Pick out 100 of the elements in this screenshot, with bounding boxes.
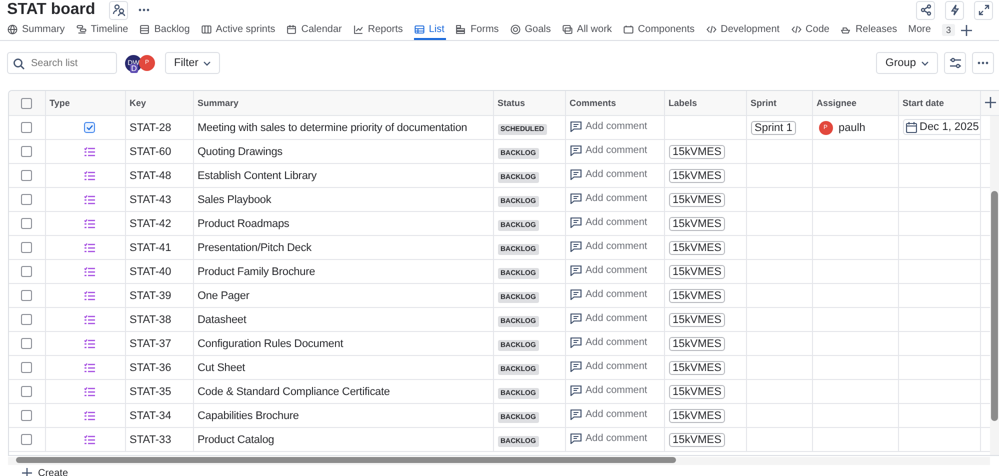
nav-tab[interactable]: All work — [562, 20, 614, 40]
automation-button[interactable] — [945, 0, 964, 20]
nav-tab[interactable]: Code — [790, 20, 832, 40]
add-comment-link[interactable]: Add comment — [570, 384, 648, 396]
label-tag[interactable]: 15kVMES — [668, 168, 726, 182]
add-comment-link[interactable]: Add comment — [570, 192, 648, 204]
issue-key[interactable]: STAT-43 — [125, 188, 193, 212]
label-tag[interactable]: 15kVMES — [668, 264, 726, 278]
settings-button[interactable] — [944, 52, 966, 74]
label-tag[interactable]: 15kVMES — [668, 432, 726, 446]
issue-key[interactable]: STAT-37 — [125, 332, 193, 356]
issue-key[interactable]: STAT-40 — [125, 260, 193, 284]
issue-summary[interactable]: Datasheet — [193, 308, 493, 332]
issue-key[interactable]: STAT-36 — [125, 356, 193, 380]
issue-summary[interactable]: Capabilities Brochure — [193, 404, 493, 428]
add-comment-link[interactable]: Add comment — [570, 216, 648, 228]
label-tag[interactable]: 15kVMES — [668, 144, 726, 158]
nav-tab[interactable]: Forms — [455, 20, 501, 40]
issue-summary[interactable]: Presentation/Pitch Deck — [193, 236, 493, 260]
label-tag[interactable]: 15kVMES — [668, 192, 726, 206]
row-checkbox[interactable] — [21, 410, 32, 422]
add-comment-link[interactable]: Add comment — [570, 120, 648, 132]
issue-summary[interactable]: Cut Sheet — [193, 356, 493, 380]
sprint-tag[interactable]: Sprint 1 — [750, 120, 796, 134]
column-header[interactable]: Status — [493, 91, 565, 116]
label-tag[interactable]: 15kVMES — [668, 360, 726, 374]
row-checkbox[interactable] — [21, 218, 32, 230]
column-header[interactable]: Start date — [898, 91, 980, 116]
add-comment-link[interactable]: Add comment — [570, 240, 648, 252]
label-tag[interactable]: 15kVMES — [668, 240, 726, 254]
add-comment-link[interactable]: Add comment — [570, 288, 648, 300]
column-header[interactable]: Assignee — [812, 91, 898, 116]
label-tag[interactable]: 15kVMES — [668, 384, 726, 398]
nav-tab[interactable]: Calendar — [286, 20, 344, 40]
more-tab[interactable]: More — [908, 20, 933, 40]
nav-tab[interactable]: Components — [622, 20, 697, 40]
row-checkbox[interactable] — [21, 434, 32, 446]
add-comment-link[interactable]: Add comment — [570, 408, 648, 420]
create-button[interactable]: Create — [0, 466, 68, 476]
issue-key[interactable]: STAT-41 — [125, 236, 193, 260]
add-comment-link[interactable]: Add comment — [570, 432, 648, 444]
issue-key[interactable]: STAT-28 — [125, 116, 193, 140]
add-comment-link[interactable]: Add comment — [570, 312, 648, 324]
select-all-checkbox[interactable] — [21, 98, 32, 109]
add-comment-link[interactable]: Add comment — [570, 168, 648, 180]
issue-key[interactable]: STAT-38 — [125, 308, 193, 332]
search-field[interactable]: Search list — [7, 52, 117, 74]
label-tag[interactable]: 15kVMES — [668, 216, 726, 230]
row-checkbox[interactable] — [21, 290, 32, 302]
label-tag[interactable]: 15kVMES — [668, 312, 726, 326]
row-checkbox[interactable] — [21, 314, 32, 326]
nav-tab[interactable]: Releases — [840, 20, 900, 40]
column-header[interactable]: Type — [45, 91, 125, 116]
nav-tab[interactable]: Reports — [352, 20, 405, 40]
add-comment-link[interactable]: Add comment — [570, 360, 648, 372]
issue-summary[interactable]: Meeting with sales to determine priority of documentation — [193, 116, 493, 140]
issue-key[interactable]: STAT-39 — [125, 284, 193, 308]
share-button[interactable] — [916, 0, 935, 20]
assignee-name[interactable]: paulh — [838, 122, 866, 134]
fullscreen-button[interactable] — [974, 0, 993, 20]
issue-summary[interactable]: Product Catalog — [193, 428, 493, 452]
column-header[interactable]: Summary — [193, 91, 493, 116]
issue-summary[interactable]: Code & Standard Compliance Certificate — [193, 380, 493, 404]
nav-tab[interactable]: Backlog — [139, 20, 192, 40]
row-checkbox[interactable] — [21, 146, 32, 158]
issue-key[interactable]: STAT-33 — [125, 428, 193, 452]
issue-summary[interactable]: Establish Content Library — [193, 164, 493, 188]
label-tag[interactable]: 15kVMES — [668, 288, 726, 302]
row-checkbox[interactable] — [21, 386, 32, 398]
row-checkbox[interactable] — [21, 242, 32, 254]
label-tag[interactable]: 15kVMES — [668, 336, 726, 350]
add-comment-link[interactable]: Add comment — [570, 144, 648, 156]
horizontal-scrollbar[interactable] — [8, 457, 990, 465]
label-tag[interactable]: 15kVMES — [668, 408, 726, 422]
group-button[interactable]: Group — [876, 52, 938, 74]
team-button[interactable] — [109, 0, 128, 20]
plus-icon[interactable] — [984, 96, 996, 108]
nav-tab[interactable]: Goals — [510, 20, 553, 40]
more-options-button[interactable] — [972, 52, 994, 74]
vertical-scrollbar[interactable] — [990, 116, 999, 455]
row-checkbox[interactable] — [21, 122, 32, 134]
column-header[interactable]: Sprint — [746, 91, 812, 116]
issue-summary[interactable]: Product Family Brochure — [193, 260, 493, 284]
nav-tab[interactable]: Active sprints — [200, 20, 278, 40]
row-checkbox[interactable] — [21, 170, 32, 182]
nav-tab[interactable]: Timeline — [76, 20, 130, 40]
issue-summary[interactable]: Sales Playbook — [193, 188, 493, 212]
issue-summary[interactable]: Configuration Rules Document — [193, 332, 493, 356]
row-checkbox[interactable] — [21, 194, 32, 206]
add-comment-link[interactable]: Add comment — [570, 264, 648, 276]
column-header[interactable]: Comments — [565, 91, 664, 116]
issue-summary[interactable]: Quoting Drawings — [193, 140, 493, 164]
row-checkbox[interactable] — [21, 266, 32, 278]
column-header[interactable]: Labels — [664, 91, 746, 116]
nav-tab[interactable]: Summary — [7, 20, 67, 40]
nav-tab[interactable]: Development — [706, 20, 782, 40]
issue-key[interactable]: STAT-48 — [125, 164, 193, 188]
date-field[interactable]: Dec 1, 2025 — [902, 119, 979, 136]
add-comment-link[interactable]: Add comment — [570, 336, 648, 348]
issue-key[interactable]: STAT-60 — [125, 140, 193, 164]
